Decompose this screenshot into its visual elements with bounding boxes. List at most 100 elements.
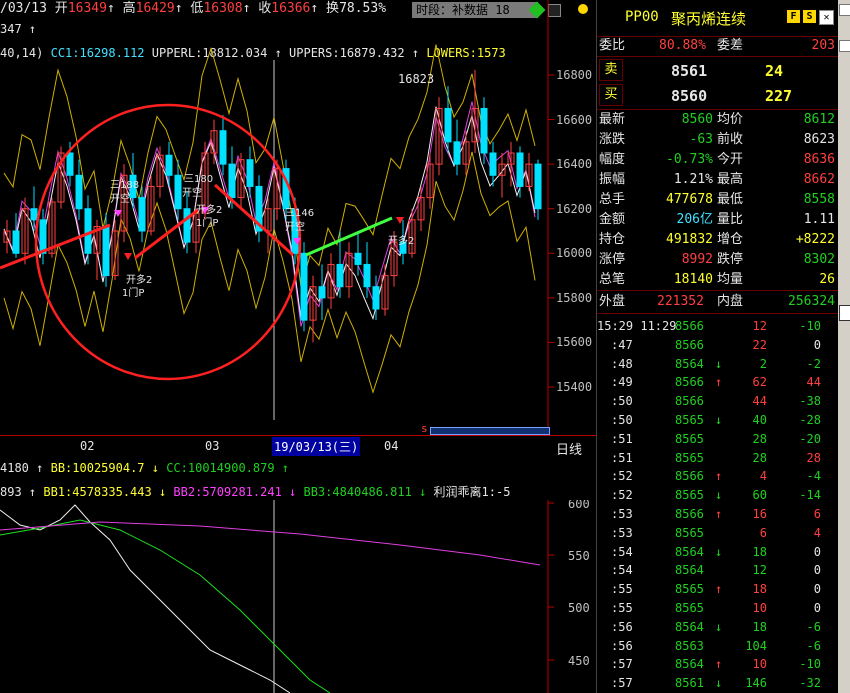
tick-row[interactable]: :48 8564 ↓ 2 -2 bbox=[597, 355, 839, 373]
side-toolbar-button[interactable] bbox=[839, 40, 850, 52]
side-toolbar-button[interactable] bbox=[839, 305, 850, 321]
tick-row[interactable]: :52 8565 ↓ 60 -14 bbox=[597, 486, 839, 504]
tick-volume: 62 bbox=[752, 375, 767, 390]
chart-area[interactable]: /03/13 开16349↑ 高16429↑ 低16308↑ 收16366↑ 换… bbox=[0, 0, 596, 693]
tick-time: :51 bbox=[611, 450, 633, 465]
ma-white-line bbox=[3, 106, 536, 321]
signal-text: 1门P bbox=[196, 216, 218, 229]
tick-time: :52 bbox=[611, 469, 633, 484]
tick-volume: 104 bbox=[745, 638, 767, 653]
tick-delta: -14 bbox=[799, 488, 821, 503]
tick-delta: 44 bbox=[806, 375, 821, 390]
candle-body bbox=[138, 197, 146, 232]
tick-delta: 0 bbox=[813, 544, 821, 559]
signal-marker bbox=[124, 253, 132, 260]
tick-price: 8565 bbox=[675, 525, 704, 540]
tick-delta: 28 bbox=[806, 450, 821, 465]
tick-row[interactable]: :57 8564 ↑ 10 -10 bbox=[597, 655, 839, 673]
lower2-bb1: BB1:4578335.443 ↓ bbox=[43, 485, 167, 499]
annotation-circle bbox=[34, 103, 302, 381]
tick-row[interactable]: :53 8566 ↑ 16 6 bbox=[597, 505, 839, 523]
price-tick-label: 16000 bbox=[556, 246, 593, 261]
tick-row[interactable]: :55 8565 10 0 bbox=[597, 599, 839, 617]
tick-row[interactable]: :55 8565 ↑ 18 0 bbox=[597, 580, 839, 598]
sell-label: 卖 bbox=[599, 59, 623, 81]
stat-value: 491832 bbox=[666, 232, 713, 247]
tick-volume: 12 bbox=[752, 563, 767, 578]
stats-row: 持仓 491832 增仓 +8222 bbox=[597, 230, 839, 250]
sell-qty: 24 bbox=[765, 62, 784, 80]
stat-label: 最高 bbox=[717, 172, 744, 187]
candle-body bbox=[246, 159, 254, 187]
stat-label: 跌停 bbox=[717, 252, 744, 267]
price-tick-label: 16800 bbox=[556, 68, 593, 82]
tick-time: :48 bbox=[611, 356, 633, 371]
tick-time: :51 bbox=[611, 431, 633, 446]
tick-row[interactable]: :52 8566 ↑ 4 -4 bbox=[597, 467, 839, 485]
signal-text: 三188 bbox=[110, 180, 139, 191]
stats-row: 总笔 18140 均量 26 bbox=[597, 270, 839, 290]
candle-body bbox=[84, 208, 92, 254]
tick-price: 8566 bbox=[675, 319, 704, 333]
tick-price: 8566 bbox=[675, 375, 704, 390]
tick-row[interactable]: :49 8566 ↑ 62 44 bbox=[597, 373, 839, 391]
tick-arrow: ↓ bbox=[715, 413, 723, 427]
tick-delta: 0 bbox=[813, 582, 821, 597]
tick-row[interactable]: :50 8566 44 -38 bbox=[597, 392, 839, 410]
candle-body bbox=[228, 163, 236, 199]
tick-arrow: ↓ bbox=[715, 488, 723, 503]
price-tick-label: 15800 bbox=[556, 290, 593, 305]
side-toolbar[interactable] bbox=[838, 0, 850, 693]
tick-row[interactable]: :51 8565 28 -20 bbox=[597, 430, 839, 448]
scroll-bar[interactable] bbox=[430, 427, 550, 435]
tick-row[interactable]: :54 8564 12 0 bbox=[597, 561, 839, 579]
tick-row[interactable]: :54 8564 ↓ 18 0 bbox=[597, 543, 839, 561]
stat-label: 均价 bbox=[717, 112, 744, 127]
s-button[interactable]: S bbox=[803, 10, 816, 23]
lower-header-2: 893 ↑ BB1:4578335.443 ↓ BB2:5709281.241 … bbox=[0, 485, 510, 499]
tick-volume: 44 bbox=[752, 394, 767, 409]
quote-panel: PP00 聚丙烯连续 F S ✕ 委比 80.88% 委差 203 卖 8561… bbox=[596, 0, 839, 693]
tick-row[interactable]: :50 8565 ↓ 40 -28 bbox=[597, 411, 839, 429]
stat-label: 均量 bbox=[717, 272, 744, 287]
candle-body bbox=[75, 174, 83, 210]
tick-price: 8564 bbox=[675, 619, 704, 634]
stats-row: 金额 206亿 量比 1.11 bbox=[597, 210, 839, 230]
stat-value: -63 bbox=[689, 132, 713, 147]
stat-label: 涨停 bbox=[599, 252, 626, 267]
tick-time: :53 bbox=[611, 525, 633, 540]
lower-indicator-chart[interactable]: 600 550 500 450 bbox=[0, 500, 596, 693]
candlestick-chart[interactable]: 16823三188开空开多21门P三180开空开多21门P三146开空开多2s bbox=[0, 0, 596, 435]
tick-row[interactable]: :47 8566 22 0 bbox=[597, 336, 839, 354]
tick-row[interactable]: 15:29 11:29 8566 12 -10 bbox=[597, 317, 839, 335]
candle-body bbox=[30, 208, 38, 221]
f-button[interactable]: F bbox=[787, 10, 800, 23]
tick-time: :54 bbox=[611, 544, 633, 559]
tick-row[interactable]: :57 8561 ↓ 146 -32 bbox=[597, 674, 839, 692]
tick-delta: -10 bbox=[799, 657, 821, 672]
tick-arrow: ↑ bbox=[715, 375, 723, 390]
lower2-bb2: BB2:5709281.241 ↓ bbox=[173, 485, 297, 499]
candle-body bbox=[219, 130, 227, 165]
tick-delta: -10 bbox=[799, 319, 821, 333]
tick-arrow: ↓ bbox=[715, 676, 723, 691]
stat-value: 8560 bbox=[681, 112, 713, 127]
date-axis: 02 03 19/03/13(三) 04 日线 bbox=[0, 435, 596, 458]
tick-row[interactable]: :56 8564 ↓ 18 -6 bbox=[597, 618, 839, 636]
tick-row[interactable]: :53 8565 6 4 bbox=[597, 524, 839, 542]
side-toolbar-button[interactable] bbox=[839, 4, 850, 16]
tick-row[interactable]: :51 8565 28 28 bbox=[597, 449, 839, 467]
stats-row: 总手 477678 最低 8558 bbox=[597, 190, 839, 210]
stats-row: 涨停 8992 跌停 8302 bbox=[597, 250, 839, 270]
stat-value: 8636 bbox=[803, 152, 835, 167]
diff-value: 203 bbox=[811, 38, 835, 53]
ratio-row: 委比 80.88% 委差 203 bbox=[597, 36, 839, 56]
price-tick-label: 16200 bbox=[556, 201, 593, 216]
tick-volume: 18 bbox=[752, 619, 767, 634]
close-icon[interactable]: ✕ bbox=[819, 10, 834, 25]
sell-price: 8561 bbox=[671, 62, 708, 80]
buy-row: 买 8560 227 bbox=[597, 84, 839, 108]
candle-body bbox=[66, 152, 74, 176]
tick-row[interactable]: :56 8563 104 -6 bbox=[597, 637, 839, 655]
tick-volume: 10 bbox=[752, 657, 767, 672]
